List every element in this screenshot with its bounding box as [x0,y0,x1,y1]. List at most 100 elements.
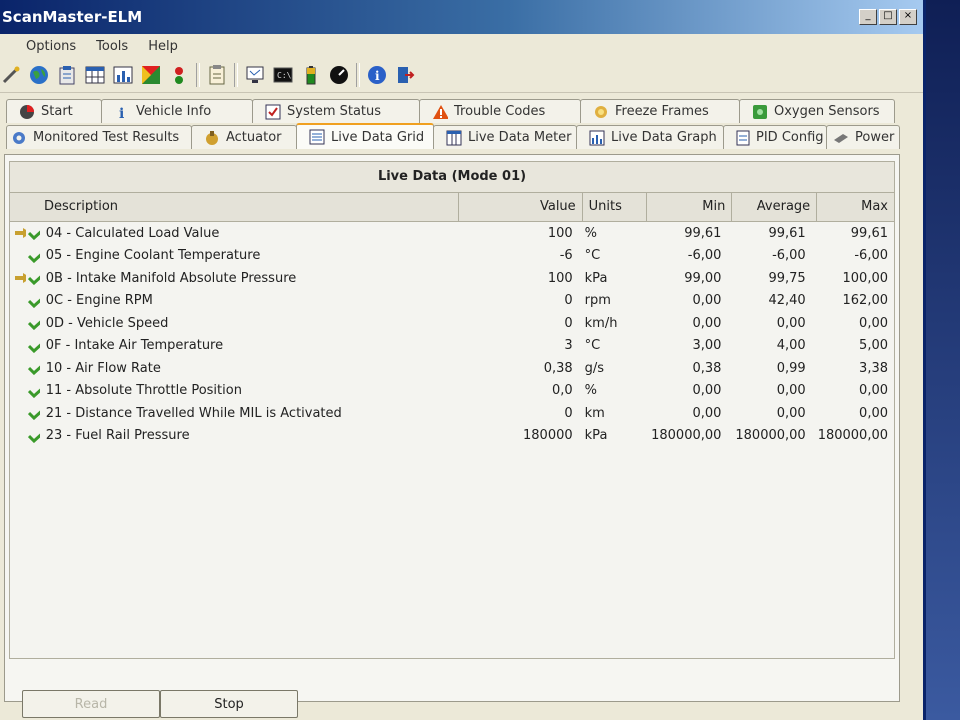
row-max: 0,00 [859,405,888,421]
globe-icon[interactable] [28,64,50,86]
check-icon [27,343,40,353]
row-status [10,226,40,241]
menu-help[interactable]: Help [146,39,180,54]
row-min: 3,00 [692,338,722,354]
actuator-icon [204,130,220,146]
table-row[interactable]: 10 - Air Flow Rate 0,38 g/s 0,38 0,99 3,38 [10,357,894,380]
row-average: 4,00 [776,338,806,354]
desktop-background [926,0,960,720]
tab-vehicle-info[interactable]: i Vehicle Info [101,99,253,123]
tab-live-data-meter[interactable]: Live Data Meter [433,125,577,149]
row-status [10,339,40,353]
row-max: 100,00 [842,270,889,286]
column-header-min[interactable]: Min [647,193,733,221]
column-header-description[interactable]: Description [10,193,459,221]
tab-start[interactable]: Start [6,99,102,123]
close-button[interactable]: × [899,9,917,25]
tab-label: Freeze Frames [615,104,709,119]
list-icon [309,129,325,145]
tab-trouble-codes[interactable]: Trouble Codes [419,99,581,123]
table-row[interactable]: 11 - Absolute Throttle Position 0,0% 0,00 0… [10,380,894,403]
row-units: g/s [584,360,605,376]
pie-icon[interactable] [140,64,162,86]
notepad-icon[interactable] [206,64,228,86]
table-row[interactable]: 04 - Calculated Load Value 100% 99,61 99,61… [10,222,894,245]
menu-options[interactable]: Options [24,39,78,54]
row-value: 100 [547,225,573,241]
table-row[interactable]: 05 - Engine Coolant Temperature -6 °C -6,00… [10,245,894,268]
toolbar-separator [234,63,238,87]
row-max: 99,61 [850,225,888,241]
graph-icon [589,130,605,146]
row-average: -6,00 [772,248,806,264]
table-row[interactable]: 21 - Distance Travelled While MIL is Act… [10,402,894,425]
table-row[interactable]: 23 - Fuel Rail Pressure 180000 kPa 180000,0… [10,425,894,448]
column-header-units[interactable]: Units [583,193,647,221]
grid-icon[interactable] [84,64,106,86]
row-min: -6,00 [687,248,722,264]
row-description: 11 - Absolute Throttle Position [45,383,242,399]
row-status [10,361,40,376]
wand-icon[interactable] [0,64,22,86]
arrow-icon [15,228,26,239]
row-value: -6 [559,248,573,264]
tab-label: Trouble Codes [454,104,546,119]
tab-actuator[interactable]: Actuator [191,125,297,149]
live-data-grid[interactable]: Live Data (Mode 01) Description Value Un… [9,161,895,659]
row-value: 0 [564,293,573,309]
chart-icon[interactable] [112,64,134,86]
tab-power[interactable]: Power [826,125,900,149]
stop-button[interactable]: Stop [160,690,298,718]
battery-icon[interactable] [300,64,322,86]
monitor-icon[interactable] [244,64,266,86]
terminal-icon[interactable]: C:\ [272,64,294,86]
row-status [10,294,40,308]
row-average: 0,00 [776,383,806,399]
check-icon [27,275,40,286]
tab-label: Live Data Graph [611,130,717,145]
window-title: ScanMaster-ELM [2,8,143,26]
row-min: 180000,00 [651,428,722,444]
row-units: km/h [584,315,618,331]
table-row[interactable]: 0B - Intake Manifold Absolute Pressure 10… [10,267,894,290]
tab-system-status[interactable]: System Status [252,99,420,123]
row-status [10,316,40,331]
title-bar[interactable]: ScanMaster-ELM _ □ × [0,0,923,34]
arrow-icon [15,273,26,284]
row-description: 0F - Intake Air Temperature [45,338,224,354]
tab-live-data-graph[interactable]: Live Data Graph [576,125,724,149]
info-icon[interactable]: i [366,64,388,86]
row-value: 100 [547,270,573,286]
row-units: kPa [584,270,608,286]
read-button[interactable]: Read [22,690,160,718]
gauge-icon[interactable] [328,64,350,86]
bottom-bar: Read Stop [0,690,923,720]
row-units: rpm [584,293,611,309]
maximize-button[interactable]: □ [879,9,897,25]
grid-title: Live Data (Mode 01) [10,162,894,193]
exit-icon[interactable] [394,64,416,86]
row-value: 0 [564,405,573,421]
svg-text:i: i [375,69,380,83]
table-row[interactable]: 0C - Engine RPM 0 rpm 0,00 42,40 162,00 [10,290,894,313]
tab-label: System Status [287,104,382,119]
row-status [10,271,40,286]
column-header-max[interactable]: Max [817,193,894,221]
row-units: °C [584,248,601,264]
table-row[interactable]: 0F - Intake Air Temperature 3 °C 3,00 4,00 5,… [10,335,894,358]
column-header-average[interactable]: Average [732,193,818,221]
row-value: 180000 [523,428,573,444]
tab-live-data-grid[interactable]: Live Data Grid [296,123,434,149]
menu-tools[interactable]: Tools [94,39,130,54]
tab-pid-config[interactable]: PID Config [723,125,827,149]
tab-freeze-frames[interactable]: Freeze Frames [580,99,740,123]
table-row[interactable]: 0D - Vehicle Speed 0 km/h 0,00 0,00 0,00 [10,312,894,335]
column-header-value[interactable]: Value [459,193,583,221]
clipboard-icon[interactable] [56,64,78,86]
traffic-light-icon[interactable] [168,64,190,86]
tab-oxygen-sensors[interactable]: Oxygen Sensors [739,99,895,123]
row-description: 10 - Air Flow Rate [45,360,161,376]
svg-text:C:\: C:\ [277,71,292,80]
tab-monitored-test-results[interactable]: Monitored Test Results [6,125,192,149]
minimize-button[interactable]: _ [859,9,877,25]
